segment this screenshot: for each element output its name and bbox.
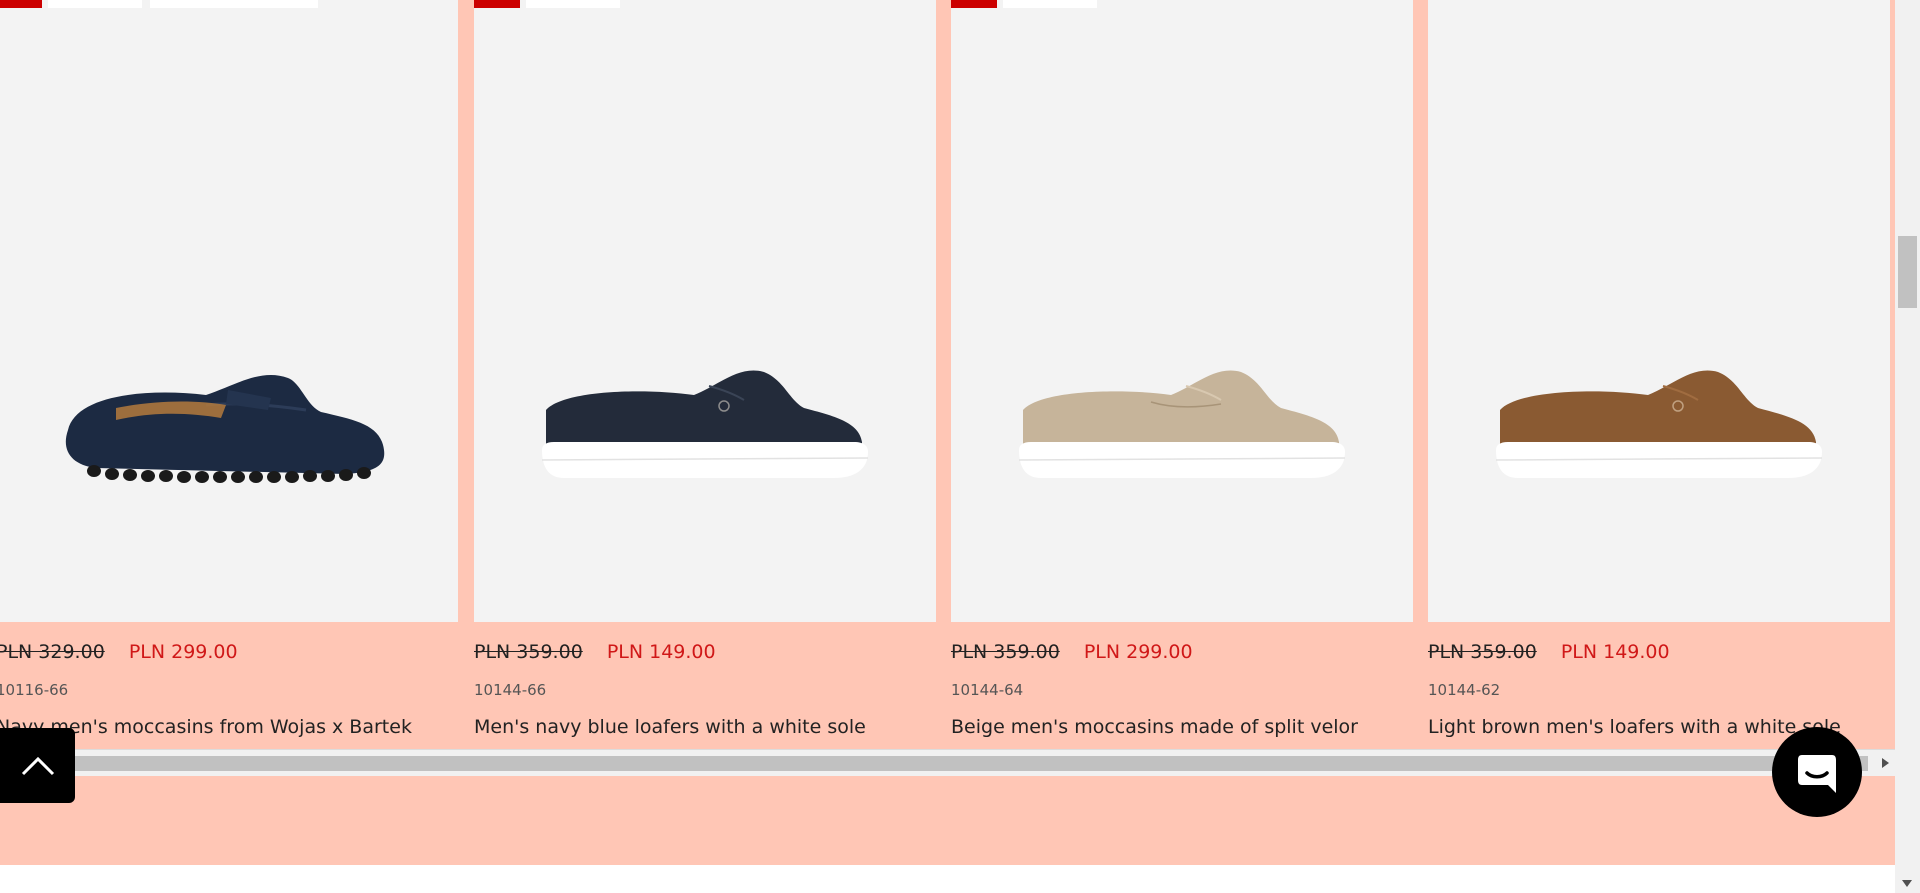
carousel-scrollbar-thumb[interactable]	[60, 756, 1868, 771]
product-name-link[interactable]: Beige men's moccasins made of split velo…	[951, 714, 1358, 740]
loafer-shoe-image	[541, 370, 869, 478]
chevron-up-icon	[21, 756, 54, 775]
product-badge	[150, 0, 318, 8]
old-price: PLN 329.00	[0, 641, 105, 663]
old-price: PLN 359.00	[474, 641, 583, 663]
price-row: PLN 329.00 PLN 299.00	[0, 640, 238, 664]
back-to-top-button[interactable]	[0, 728, 75, 803]
sale-badge	[0, 0, 42, 8]
product-badge	[48, 0, 142, 8]
chat-button[interactable]	[1772, 727, 1862, 817]
page-scrollbar-thumb[interactable]	[1898, 236, 1917, 308]
sale-badge	[951, 0, 997, 8]
sale-price: PLN 299.00	[1083, 641, 1193, 663]
product-image[interactable]	[0, 0, 458, 622]
product-carousel: PLN 329.00 PLN 299.00 10116-66 Navy men'…	[0, 0, 1895, 745]
moccasin-shoe-image	[65, 374, 385, 483]
product-sku: 10144-64	[951, 681, 1024, 699]
sale-price: PLN 299.00	[128, 641, 238, 663]
product-image[interactable]	[1428, 0, 1890, 622]
sale-badge	[474, 0, 520, 8]
product-sku: 10144-62	[1428, 681, 1501, 699]
product-sku: 10144-66	[474, 681, 547, 699]
product-name-link[interactable]: Light brown men's loafers with a white s…	[1428, 714, 1841, 740]
scroll-down-arrow-icon[interactable]	[1902, 880, 1912, 887]
moccasin-shoe-image	[1018, 370, 1346, 478]
product-card[interactable]: PLN 359.00 PLN 299.00 10144-64 Beige men…	[951, 0, 1413, 745]
carousel-scrollbar[interactable]	[0, 749, 1895, 776]
old-price: PLN 359.00	[1428, 641, 1537, 663]
product-card[interactable]: PLN 359.00 PLN 149.00 10144-66 Men's nav…	[474, 0, 936, 745]
old-price: PLN 359.00	[951, 641, 1060, 663]
sale-price: PLN 149.00	[606, 641, 716, 663]
price-row: PLN 359.00 PLN 149.00	[474, 640, 716, 664]
sale-price: PLN 149.00	[1560, 641, 1670, 663]
price-row: PLN 359.00 PLN 299.00	[951, 640, 1193, 664]
product-card[interactable]: PLN 359.00 PLN 149.00 10144-62 Light bro…	[1428, 0, 1890, 745]
product-sku: 10116-66	[0, 681, 69, 699]
price-row: PLN 359.00 PLN 149.00	[1428, 640, 1670, 664]
product-name-link[interactable]: Men's navy blue loafers with a white sol…	[474, 714, 866, 740]
product-image[interactable]	[951, 0, 1413, 622]
chat-bubble-icon	[1798, 755, 1836, 793]
scroll-right-arrow-icon[interactable]	[1882, 758, 1889, 768]
product-badge	[526, 0, 620, 8]
product-badge	[1003, 0, 1097, 8]
page: PLN 329.00 PLN 299.00 10116-66 Navy men'…	[0, 0, 1920, 893]
product-image[interactable]	[474, 0, 936, 622]
page-scrollbar[interactable]	[1895, 0, 1920, 893]
loafer-shoe-image	[1495, 370, 1823, 478]
product-card[interactable]: PLN 329.00 PLN 299.00 10116-66 Navy men'…	[0, 0, 458, 745]
